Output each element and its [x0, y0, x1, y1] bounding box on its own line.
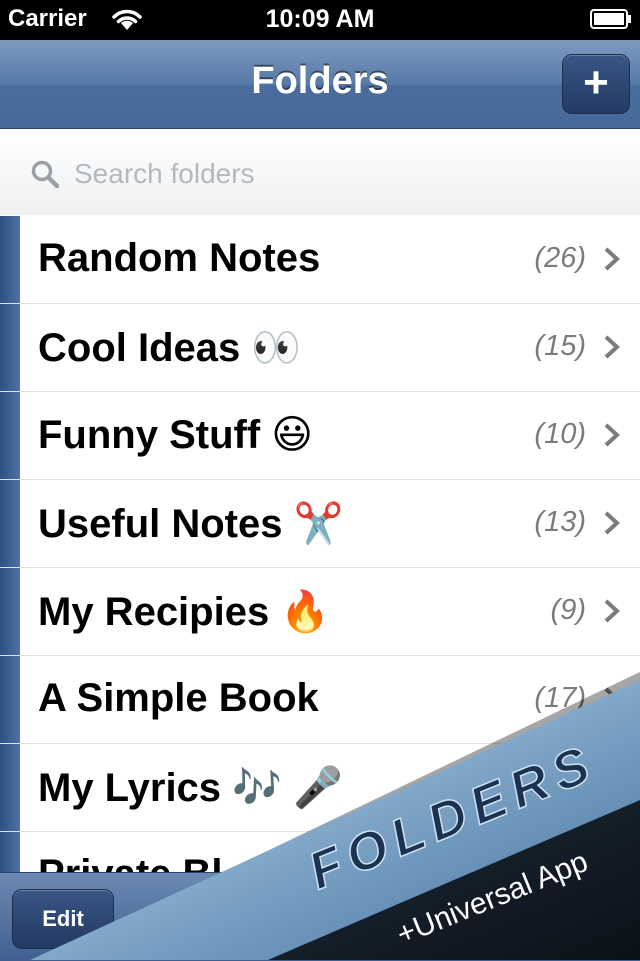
- page-title: Folders: [251, 60, 389, 102]
- folder-list: Random Notes (26) Cool Ideas 👀 (15) Funn…: [0, 216, 640, 920]
- folder-name: Cool Ideas 👀: [38, 326, 302, 370]
- row-color-strip: [0, 216, 20, 303]
- row-color-strip: [0, 568, 20, 655]
- chevron-right-icon: [604, 247, 620, 271]
- row-color-strip: [0, 480, 20, 567]
- gear-icon: [567, 903, 599, 935]
- status-bar: Carrier 10:09 AM: [0, 0, 640, 40]
- search-input[interactable]: Search folders: [18, 145, 622, 201]
- chevron-right-icon: [604, 599, 620, 623]
- edit-button[interactable]: Edit: [12, 889, 114, 949]
- folder-count: (13): [534, 506, 586, 538]
- chevron-right-icon: [604, 511, 620, 535]
- settings-button[interactable]: [538, 889, 628, 949]
- row-color-strip: [0, 304, 20, 391]
- folder-name: Useful Notes ✂️: [38, 502, 344, 546]
- row-color-strip: [0, 392, 20, 479]
- search-icon: [31, 160, 60, 189]
- row-color-strip: [0, 656, 20, 743]
- folder-count: (26): [534, 242, 586, 274]
- folder-row[interactable]: My Recipies 🔥 (9): [0, 568, 640, 656]
- folder-count: (15): [534, 330, 586, 362]
- folder-count: (9): [550, 594, 586, 626]
- folder-name: Random Notes: [38, 236, 321, 280]
- folder-name: My Recipies 🔥: [38, 590, 331, 634]
- chevron-right-icon: [604, 423, 620, 447]
- chevron-right-icon: [604, 335, 620, 359]
- folder-row[interactable]: Funny Stuff 😃 (10): [0, 392, 640, 480]
- folder-name: A Simple Book: [38, 676, 319, 720]
- folder-name: Funny Stuff 😃: [38, 413, 313, 457]
- search-placeholder: Search folders: [74, 158, 255, 189]
- folder-count: (17): [534, 682, 586, 714]
- folder-row[interactable]: Random Notes (26): [0, 216, 640, 304]
- search-bar: Search folders: [0, 129, 640, 215]
- battery-icon: [590, 9, 631, 29]
- folder-name: My Lyrics 🎶 🎤: [38, 766, 343, 810]
- navigation-bar: Folders +: [0, 40, 640, 129]
- folder-row[interactable]: Cool Ideas 👀 (15): [0, 304, 640, 392]
- chevron-right-icon: [604, 687, 620, 711]
- folder-row[interactable]: My Lyrics 🎶 🎤: [0, 744, 640, 832]
- row-color-strip: [0, 744, 20, 831]
- folder-row[interactable]: A Simple Book (17): [0, 656, 640, 744]
- status-time: 10:09 AM: [265, 5, 375, 33]
- folder-count: (10): [534, 418, 586, 450]
- bottom-toolbar: Edit: [0, 872, 640, 961]
- add-folder-button[interactable]: +: [562, 54, 630, 114]
- folder-row[interactable]: Useful Notes ✂️ (13): [0, 480, 640, 568]
